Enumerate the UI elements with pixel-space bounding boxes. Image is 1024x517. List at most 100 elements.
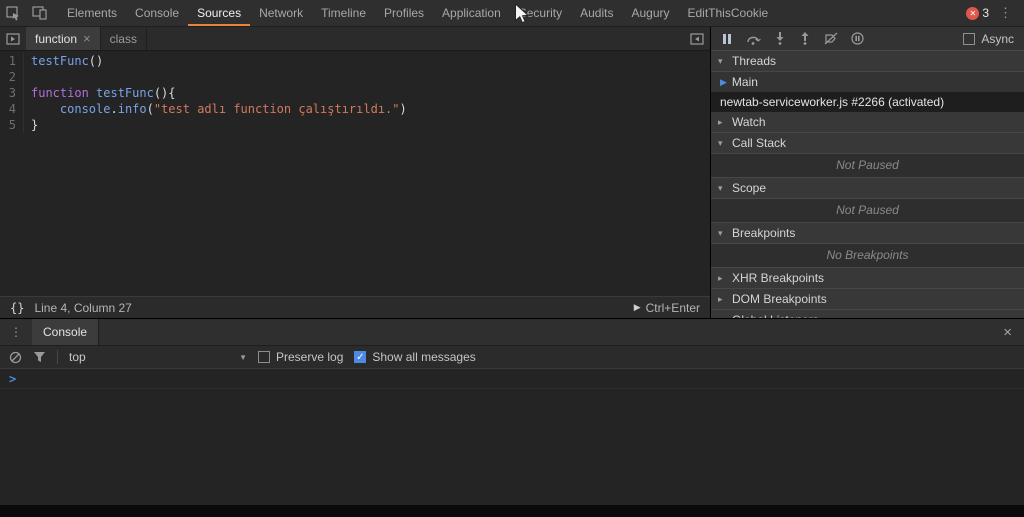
thread-main[interactable]: ▶ Main bbox=[711, 72, 1024, 92]
filter-icon[interactable] bbox=[33, 351, 46, 363]
console-tab[interactable]: Console bbox=[32, 319, 100, 345]
console-prompt-row[interactable]: > bbox=[0, 369, 1024, 389]
code-line: 3 function testFunc(){ bbox=[0, 85, 710, 101]
section-scope[interactable]: ▾ Scope bbox=[711, 178, 1024, 199]
console-prompt-icon: > bbox=[9, 371, 17, 386]
thread-name: newtab-serviceworker.js #2266 (activated… bbox=[720, 95, 945, 109]
thread-serviceworker[interactable]: newtab-serviceworker.js #2266 (activated… bbox=[711, 92, 1024, 112]
step-into-icon[interactable] bbox=[774, 32, 786, 45]
scope-placeholder: Not Paused bbox=[711, 199, 1024, 223]
tab-application[interactable]: Application bbox=[433, 0, 510, 26]
chevron-down-icon: ▾ bbox=[718, 56, 723, 66]
close-drawer-icon[interactable]: × bbox=[991, 319, 1024, 345]
section-global-listeners[interactable]: ▸ Global Listeners bbox=[711, 310, 1024, 318]
execution-context-select[interactable]: top ▼ bbox=[69, 350, 247, 364]
section-label: XHR Breakpoints bbox=[732, 271, 825, 285]
error-count-badge[interactable]: ✕ 3 bbox=[966, 6, 989, 20]
tab-network[interactable]: Network bbox=[250, 0, 312, 26]
preserve-log-toggle[interactable]: Preserve log bbox=[258, 350, 343, 364]
tab-editthiscookie[interactable]: EditThisCookie bbox=[679, 0, 778, 26]
section-call-stack[interactable]: ▾ Call Stack bbox=[711, 133, 1024, 154]
tab-timeline[interactable]: Timeline bbox=[312, 0, 375, 26]
show-all-messages-label: Show all messages bbox=[372, 350, 476, 364]
section-label: Call Stack bbox=[732, 136, 787, 150]
debugger-panel-toggle-icon[interactable] bbox=[684, 27, 710, 50]
line-number[interactable]: 4 bbox=[0, 101, 24, 117]
code-line: 5 } bbox=[0, 117, 710, 133]
chevron-right-icon: ▸ bbox=[718, 273, 723, 283]
tab-security[interactable]: Security bbox=[510, 0, 571, 26]
debugger-sidebar: Async ▾ Threads ▶ Main newtab-servicewor… bbox=[711, 27, 1024, 318]
chevron-down-icon: ▾ bbox=[718, 183, 723, 193]
section-label: DOM Breakpoints bbox=[732, 292, 827, 306]
editor-tab-class[interactable]: class bbox=[101, 27, 147, 50]
console-output[interactable]: > bbox=[0, 369, 1024, 505]
step-out-icon[interactable] bbox=[799, 32, 811, 45]
code-line: 1 testFunc() bbox=[0, 53, 710, 69]
code-text: console.info("test adlı function çalıştı… bbox=[59, 102, 407, 116]
editor-tabbar: function × class bbox=[0, 27, 710, 51]
step-over-icon[interactable] bbox=[746, 33, 761, 45]
show-all-messages-toggle[interactable]: ✓ Show all messages bbox=[354, 350, 476, 364]
device-toolbar-icon[interactable] bbox=[26, 0, 52, 26]
cursor-position: Line 4, Column 27 bbox=[34, 300, 132, 315]
line-number[interactable]: 3 bbox=[0, 85, 24, 101]
close-tab-icon[interactable]: × bbox=[83, 31, 91, 46]
drawer-menu-icon[interactable]: ⋮ bbox=[0, 319, 32, 345]
section-dom-breakpoints[interactable]: ▸ DOM Breakpoints bbox=[711, 289, 1024, 310]
section-threads[interactable]: ▾ Threads bbox=[711, 51, 1024, 72]
tab-elements[interactable]: Elements bbox=[58, 0, 126, 26]
preserve-log-label: Preserve log bbox=[276, 350, 344, 364]
tab-audits[interactable]: Audits bbox=[571, 0, 622, 26]
section-label: Watch bbox=[732, 115, 766, 129]
code-text: } bbox=[31, 118, 39, 132]
overflow-menu-icon[interactable]: ⋮ bbox=[995, 5, 1016, 21]
error-icon: ✕ bbox=[966, 6, 980, 20]
line-number[interactable]: 1 bbox=[0, 53, 24, 69]
run-shortcut-label: Ctrl+Enter bbox=[645, 300, 700, 315]
chevron-down-icon: ▾ bbox=[718, 228, 723, 238]
show-all-messages-checkbox[interactable]: ✓ bbox=[354, 351, 367, 363]
inspect-element-icon[interactable] bbox=[0, 0, 26, 26]
tab-profiles[interactable]: Profiles bbox=[375, 0, 433, 26]
editor-tab-function[interactable]: function × bbox=[26, 27, 101, 50]
pause-script-icon[interactable] bbox=[721, 33, 733, 45]
debugger-toolbar: Async bbox=[711, 27, 1024, 51]
line-number[interactable]: 2 bbox=[0, 69, 24, 85]
panel-tabs: Elements Console Sources Network Timelin… bbox=[58, 0, 777, 26]
run-shortcut: ▶ Ctrl+Enter bbox=[634, 301, 700, 315]
execution-pointer-icon: ▶ bbox=[720, 77, 727, 87]
async-checkbox[interactable] bbox=[963, 32, 976, 45]
section-label: Threads bbox=[732, 54, 777, 68]
sources-panel: function × class 1 testFunc() 2 3 functi… bbox=[0, 27, 1024, 318]
section-breakpoints[interactable]: ▾ Breakpoints bbox=[711, 223, 1024, 244]
deactivate-breakpoints-icon[interactable] bbox=[824, 32, 838, 45]
line-number[interactable]: 5 bbox=[0, 117, 24, 133]
editor-tab-label: function bbox=[35, 31, 78, 46]
tab-augury[interactable]: Augury bbox=[622, 0, 678, 26]
clear-console-icon[interactable] bbox=[9, 351, 22, 364]
code-editor[interactable]: 1 testFunc() 2 3 function testFunc(){ 4 … bbox=[0, 51, 710, 296]
editor-tab-label: class bbox=[109, 31, 137, 46]
call-stack-placeholder: Not Paused bbox=[711, 154, 1024, 178]
section-label: Global Listeners bbox=[732, 310, 819, 318]
tabbar-spacer bbox=[147, 27, 684, 50]
code-line: 4 console.info("test adlı function çalış… bbox=[0, 101, 710, 117]
tab-sources[interactable]: Sources bbox=[188, 0, 250, 26]
dropdown-arrow-icon: ▼ bbox=[239, 352, 247, 362]
preserve-log-checkbox[interactable] bbox=[258, 351, 270, 363]
section-xhr-breakpoints[interactable]: ▸ XHR Breakpoints bbox=[711, 268, 1024, 289]
toolbar-right: ✕ 3 ⋮ bbox=[966, 0, 1024, 26]
error-count: 3 bbox=[982, 6, 989, 20]
section-watch[interactable]: ▸ Watch bbox=[711, 112, 1024, 133]
section-label: Scope bbox=[732, 181, 767, 195]
tab-console[interactable]: Console bbox=[126, 0, 188, 26]
pause-on-exceptions-icon[interactable] bbox=[851, 32, 864, 45]
main-toolbar: Elements Console Sources Network Timelin… bbox=[0, 0, 1024, 27]
editor-statusbar: {} Line 4, Column 27 ▶ Ctrl+Enter bbox=[0, 296, 710, 318]
async-toggle[interactable]: Async bbox=[963, 32, 1014, 46]
navigator-toggle-icon[interactable] bbox=[0, 27, 26, 50]
debugger-sections: ▾ Threads ▶ Main newtab-serviceworker.js… bbox=[711, 51, 1024, 318]
pretty-print-icon[interactable]: {} bbox=[10, 301, 24, 315]
